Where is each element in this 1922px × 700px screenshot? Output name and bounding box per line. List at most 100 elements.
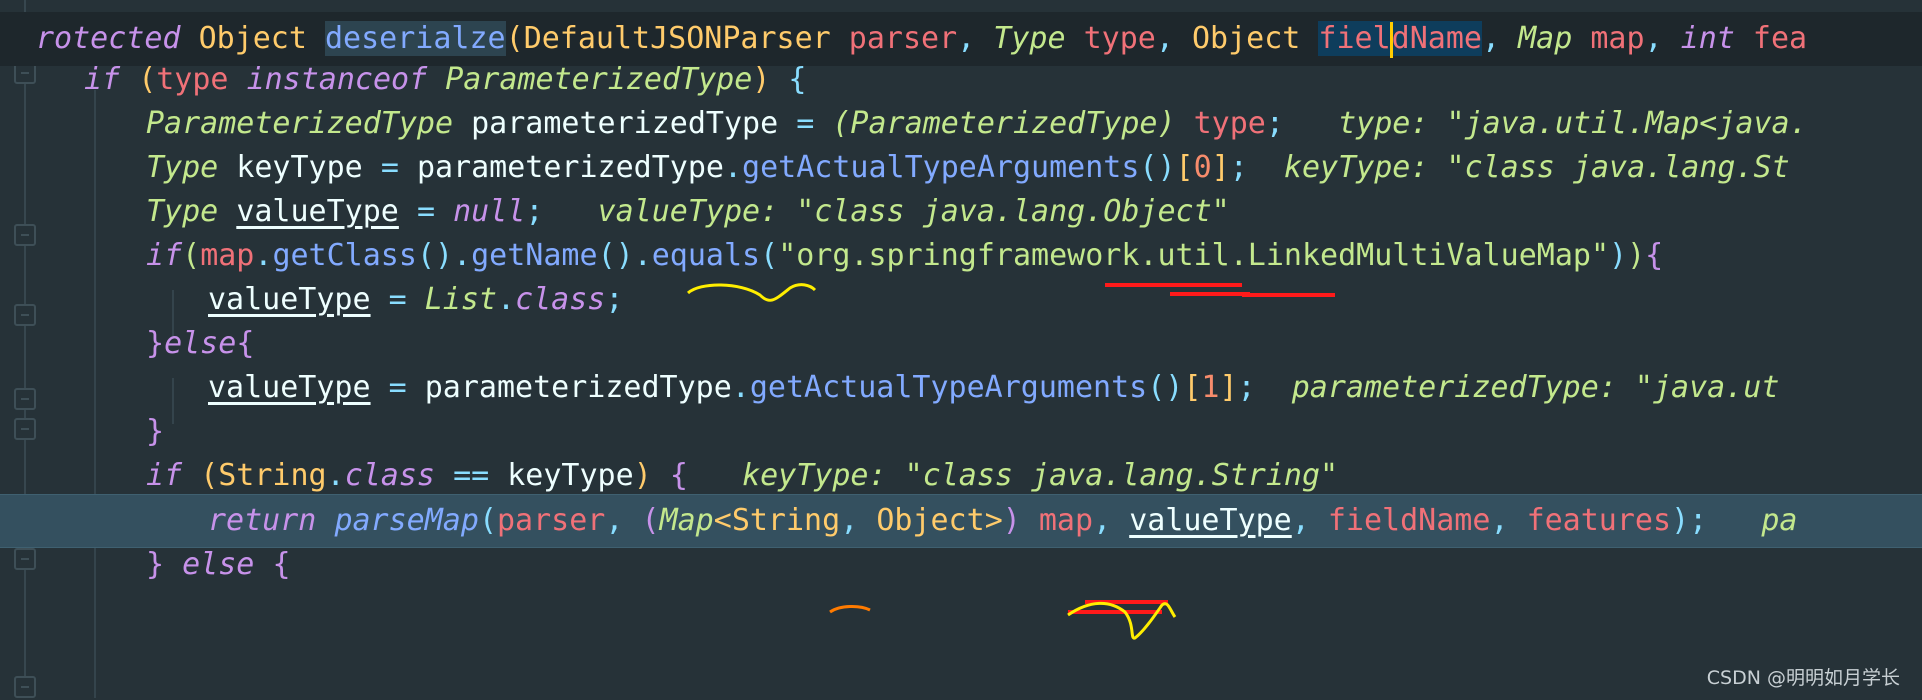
- token-brace: }: [146, 414, 165, 449]
- token-dot: .: [326, 458, 345, 493]
- token-type: String: [731, 503, 841, 538]
- token-keyword: class: [515, 282, 606, 317]
- token-keyword: if: [146, 458, 183, 493]
- code-editor[interactable]: rotected Object deserialze(DefaultJSONPa…: [0, 0, 1922, 698]
- token-paren: (): [1139, 150, 1176, 185]
- token-paren: ): [752, 62, 771, 97]
- token-comma: ,: [957, 21, 976, 56]
- token-variable: parameterizedType: [416, 150, 724, 185]
- token-comma: ,: [1093, 503, 1112, 538]
- token-variable-reassigned: valueType: [208, 282, 371, 317]
- token-comma: ,: [1155, 21, 1174, 56]
- token-variable-reassigned: valueType: [1129, 503, 1292, 538]
- token-brace: }: [146, 547, 165, 582]
- token-method: getActualTypeArguments: [742, 150, 1140, 185]
- token-keyword: else: [164, 326, 237, 361]
- watermark: CSDN @明明如月学长: [1706, 667, 1900, 689]
- token-semicolon: ;: [1229, 150, 1248, 185]
- token-variable: parameterizedType: [471, 106, 779, 141]
- token-comma: ,: [1291, 503, 1310, 538]
- token-dot: .: [497, 282, 516, 317]
- token-paren: (): [416, 238, 454, 273]
- token-method: getClass: [272, 238, 417, 273]
- debug-inline-value: keyType: "class java.lang.St: [1283, 150, 1790, 185]
- token-number: 1: [1201, 370, 1220, 405]
- token-type: ParameterizedType: [445, 62, 753, 97]
- token-dot: .: [731, 370, 750, 405]
- token-comma: ,: [605, 503, 624, 538]
- token-paren: ): [1627, 238, 1646, 273]
- token-comma: ,: [1644, 21, 1663, 56]
- token-operator: =: [796, 106, 815, 141]
- token-paren: (: [760, 238, 779, 273]
- token-keyword: class: [344, 458, 435, 493]
- debug-inline-value: type: "java.util.Map<java.: [1338, 106, 1808, 141]
- token-keyword: if: [84, 62, 121, 97]
- token-paren: ): [1609, 238, 1628, 273]
- token-number: 0: [1193, 150, 1212, 185]
- token-bracket: ]: [1211, 150, 1230, 185]
- token-method: getName: [471, 238, 598, 273]
- token-param: type: [1083, 21, 1156, 56]
- token-type: ParameterizedType: [146, 106, 454, 141]
- token-variable: keyType: [236, 150, 363, 185]
- token-type: Object: [198, 21, 307, 56]
- token-param: parser: [848, 21, 958, 56]
- token-variable: keyType: [507, 458, 634, 493]
- token-method: getActualTypeArguments: [749, 370, 1148, 405]
- token-keyword: return: [208, 503, 317, 538]
- token-brace: {: [669, 458, 688, 493]
- token-brace: {: [236, 326, 255, 361]
- token-type: Map: [1518, 21, 1573, 56]
- token-part: fiel: [1318, 21, 1391, 56]
- token-type: Type: [146, 150, 219, 185]
- token-dot: .: [633, 238, 652, 273]
- token-brace: {: [788, 62, 807, 97]
- token-type: Map: [659, 503, 714, 538]
- token-paren: (: [200, 458, 219, 493]
- token-method-name: deserialze: [325, 21, 506, 56]
- token-angle: <: [713, 503, 732, 538]
- token-dot: .: [453, 238, 472, 273]
- token-paren: ): [633, 458, 652, 493]
- token-operator: =: [380, 150, 399, 185]
- token-semicolon: ;: [1265, 106, 1284, 141]
- token-paren: (): [597, 238, 634, 273]
- token-param: map: [1590, 21, 1645, 56]
- token-keyword: rotected: [36, 21, 181, 56]
- token-paren: (: [138, 62, 157, 97]
- token-type: ParameterizedType: [850, 106, 1158, 141]
- token-brace: {: [272, 547, 291, 582]
- token-bracket: [: [1183, 370, 1202, 405]
- token-param: map: [200, 238, 255, 273]
- token-string: "org.springframework.util.LinkedMultiVal…: [778, 238, 1610, 273]
- token-keyword: else: [182, 547, 255, 582]
- token-paren: ): [1671, 503, 1690, 538]
- token-param: parser: [497, 503, 606, 538]
- token-type: Type: [146, 194, 219, 229]
- token-param: fieldName: [1327, 503, 1491, 538]
- token-param: fea: [1752, 21, 1808, 56]
- code-line-else-branch[interactable]: } else {: [0, 538, 1922, 592]
- debug-inline-value: pa: [1761, 503, 1798, 538]
- token-method: parseMap: [334, 503, 479, 538]
- token-paren: (: [641, 503, 660, 538]
- token-bracket: [: [1175, 150, 1194, 185]
- token-type: Object: [1191, 21, 1301, 56]
- token-variable-reassigned: valueType: [208, 370, 371, 405]
- token-operator: ==: [453, 458, 490, 493]
- token-dot: .: [254, 238, 273, 273]
- token-semicolon: ;: [605, 282, 624, 317]
- token-brace: }: [146, 326, 165, 361]
- token-comma: ,: [1490, 503, 1509, 538]
- annotation-yellow-squiggle: [1067, 601, 1177, 640]
- token-type: Type: [993, 21, 1066, 56]
- token-paren: (: [182, 238, 201, 273]
- token-keyword: int: [1680, 21, 1735, 56]
- token-comma: ,: [1481, 21, 1501, 56]
- token-comma: ,: [840, 503, 859, 538]
- annotation-orange-arc: [829, 605, 871, 614]
- token-operator: =: [388, 282, 407, 317]
- token-paren: (: [505, 21, 524, 56]
- token-angle: >: [984, 503, 1003, 538]
